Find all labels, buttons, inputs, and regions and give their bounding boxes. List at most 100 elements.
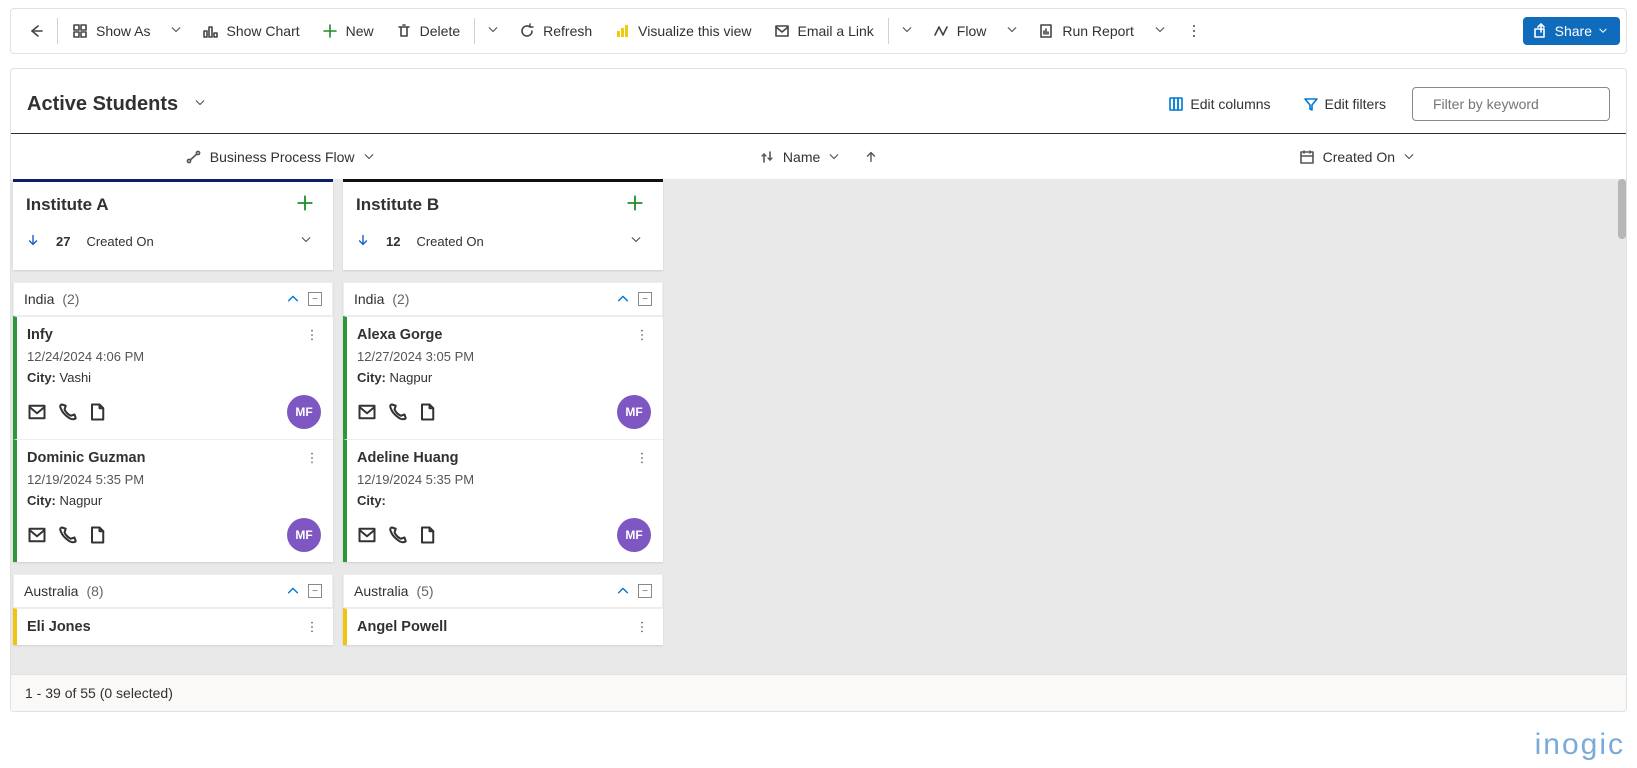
card[interactable]: Infy 12/24/2024 4:06 PM City: Vashi MF — [13, 316, 333, 439]
card-menu-button[interactable] — [299, 327, 325, 346]
group-count: (5) — [416, 583, 433, 599]
card-menu-button[interactable] — [299, 450, 325, 469]
card[interactable]: Eli Jones — [13, 608, 333, 645]
group-australia[interactable]: Australia (8) − — [13, 574, 333, 608]
collapse-icon[interactable]: − — [308, 292, 322, 306]
doc-icon[interactable] — [417, 525, 437, 545]
card[interactable]: Alexa Gorge 12/27/2024 3:05 PM City: Nag… — [343, 316, 663, 439]
column-bpf[interactable]: Business Process Flow — [11, 134, 549, 179]
separator — [474, 18, 475, 44]
mail-icon[interactable] — [27, 402, 47, 422]
group-india[interactable]: India (2) − — [343, 282, 663, 316]
refresh-button[interactable]: Refresh — [509, 17, 602, 45]
card[interactable]: Angel Powell — [343, 608, 663, 645]
overflow-button[interactable] — [1176, 17, 1212, 45]
doc-icon[interactable] — [87, 525, 107, 545]
chevron-up-icon — [616, 292, 630, 306]
card-menu-button[interactable] — [629, 619, 655, 638]
run-report-chevron[interactable] — [1146, 18, 1174, 45]
card-title: Infy — [27, 327, 321, 343]
share-icon — [1533, 23, 1549, 39]
card-title: Dominic Guzman — [27, 450, 321, 466]
delete-button[interactable]: Delete — [386, 17, 470, 45]
flow-chevron[interactable] — [998, 18, 1026, 45]
group-australia[interactable]: Australia (5) − — [343, 574, 663, 608]
edit-columns-button[interactable]: Edit columns — [1162, 95, 1276, 113]
columns-row: Business Process Flow Name Created On — [11, 133, 1626, 179]
card[interactable]: Adeline Huang 12/19/2024 5:35 PM City: M… — [343, 439, 663, 562]
view-picker-chevron[interactable] — [186, 91, 214, 118]
phone-icon[interactable] — [387, 525, 407, 545]
edit-filters-button[interactable]: Edit filters — [1297, 95, 1392, 113]
card-datetime: 12/19/2024 5:35 PM — [357, 472, 651, 487]
group-aus-cards: Angel Powell — [343, 608, 663, 645]
chevron-down-icon — [1598, 26, 1608, 36]
run-report-button[interactable]: Run Report — [1028, 17, 1144, 45]
back-icon — [27, 23, 43, 39]
share-label: Share — [1555, 23, 1592, 39]
lane-count: 12 — [386, 234, 400, 249]
city-value: Nagpur — [60, 493, 103, 508]
trash-icon — [396, 23, 412, 39]
arrow-up-icon — [864, 150, 878, 164]
column-created-on[interactable]: Created On — [1088, 134, 1626, 179]
filter-icon — [1303, 96, 1319, 112]
sort-icon — [759, 149, 775, 165]
mail-icon[interactable] — [357, 525, 377, 545]
email-link-label: Email a Link — [798, 23, 874, 39]
delete-split-chevron[interactable] — [479, 18, 507, 45]
card-datetime: 12/27/2024 3:05 PM — [357, 349, 651, 364]
email-link-chevron[interactable] — [893, 18, 921, 45]
new-button[interactable]: New — [312, 17, 384, 45]
card-menu-button[interactable] — [299, 619, 325, 638]
lane-add-button[interactable] — [290, 193, 320, 216]
collapse-icon[interactable]: − — [638, 584, 652, 598]
group-name: India — [24, 291, 54, 307]
filter-box[interactable] — [1412, 87, 1610, 121]
lane-title: Institute A — [26, 195, 108, 215]
collapse-icon[interactable]: − — [308, 584, 322, 598]
phone-icon[interactable] — [57, 525, 77, 545]
collapse-icon[interactable]: − — [638, 292, 652, 306]
mail-icon[interactable] — [357, 402, 377, 422]
status-text: 1 - 39 of 55 (0 selected) — [25, 685, 173, 701]
column-bpf-label: Business Process Flow — [210, 149, 355, 165]
group-india-cards: Infy 12/24/2024 4:06 PM City: Vashi MF D… — [13, 316, 333, 562]
back-button[interactable] — [17, 17, 53, 45]
doc-icon[interactable] — [87, 402, 107, 422]
separator — [57, 18, 58, 44]
card-title: Angel Powell — [357, 619, 651, 635]
edit-filters-label: Edit filters — [1325, 96, 1386, 112]
phone-icon[interactable] — [387, 402, 407, 422]
phone-icon[interactable] — [57, 402, 77, 422]
show-chart-button[interactable]: Show Chart — [192, 17, 309, 45]
group-india[interactable]: India (2) − — [13, 282, 333, 316]
card[interactable]: Dominic Guzman 12/19/2024 5:35 PM City: … — [13, 439, 333, 562]
filter-input[interactable] — [1431, 95, 1616, 113]
avatar: MF — [287, 395, 321, 429]
lane-sort-chevron[interactable] — [622, 228, 650, 255]
show-chart-label: Show Chart — [226, 23, 299, 39]
lane-sort-label: Created On — [86, 234, 153, 249]
column-created-on-label: Created On — [1323, 149, 1395, 165]
status-bar: 1 - 39 of 55 (0 selected) — [11, 674, 1626, 711]
card-menu-button[interactable] — [629, 327, 655, 346]
scrollbar-thumb[interactable] — [1618, 179, 1626, 239]
mail-icon[interactable] — [27, 525, 47, 545]
email-link-button[interactable]: Email a Link — [764, 17, 884, 45]
group-count: (2) — [62, 291, 79, 307]
city-value: Vashi — [60, 370, 92, 385]
bpf-icon — [186, 149, 202, 165]
doc-icon[interactable] — [417, 402, 437, 422]
lane-add-button[interactable] — [620, 193, 650, 216]
group-name: India — [354, 291, 384, 307]
card-menu-button[interactable] — [629, 450, 655, 469]
lane-sort-chevron[interactable] — [292, 228, 320, 255]
share-button[interactable]: Share — [1523, 17, 1620, 45]
visualize-button[interactable]: Visualize this view — [604, 17, 761, 45]
show-as-chevron[interactable] — [162, 18, 190, 45]
chevron-down-icon — [1403, 151, 1415, 163]
flow-button[interactable]: Flow — [923, 17, 997, 45]
show-as-button[interactable]: Show As — [62, 17, 160, 45]
column-name[interactable]: Name — [549, 134, 1087, 179]
